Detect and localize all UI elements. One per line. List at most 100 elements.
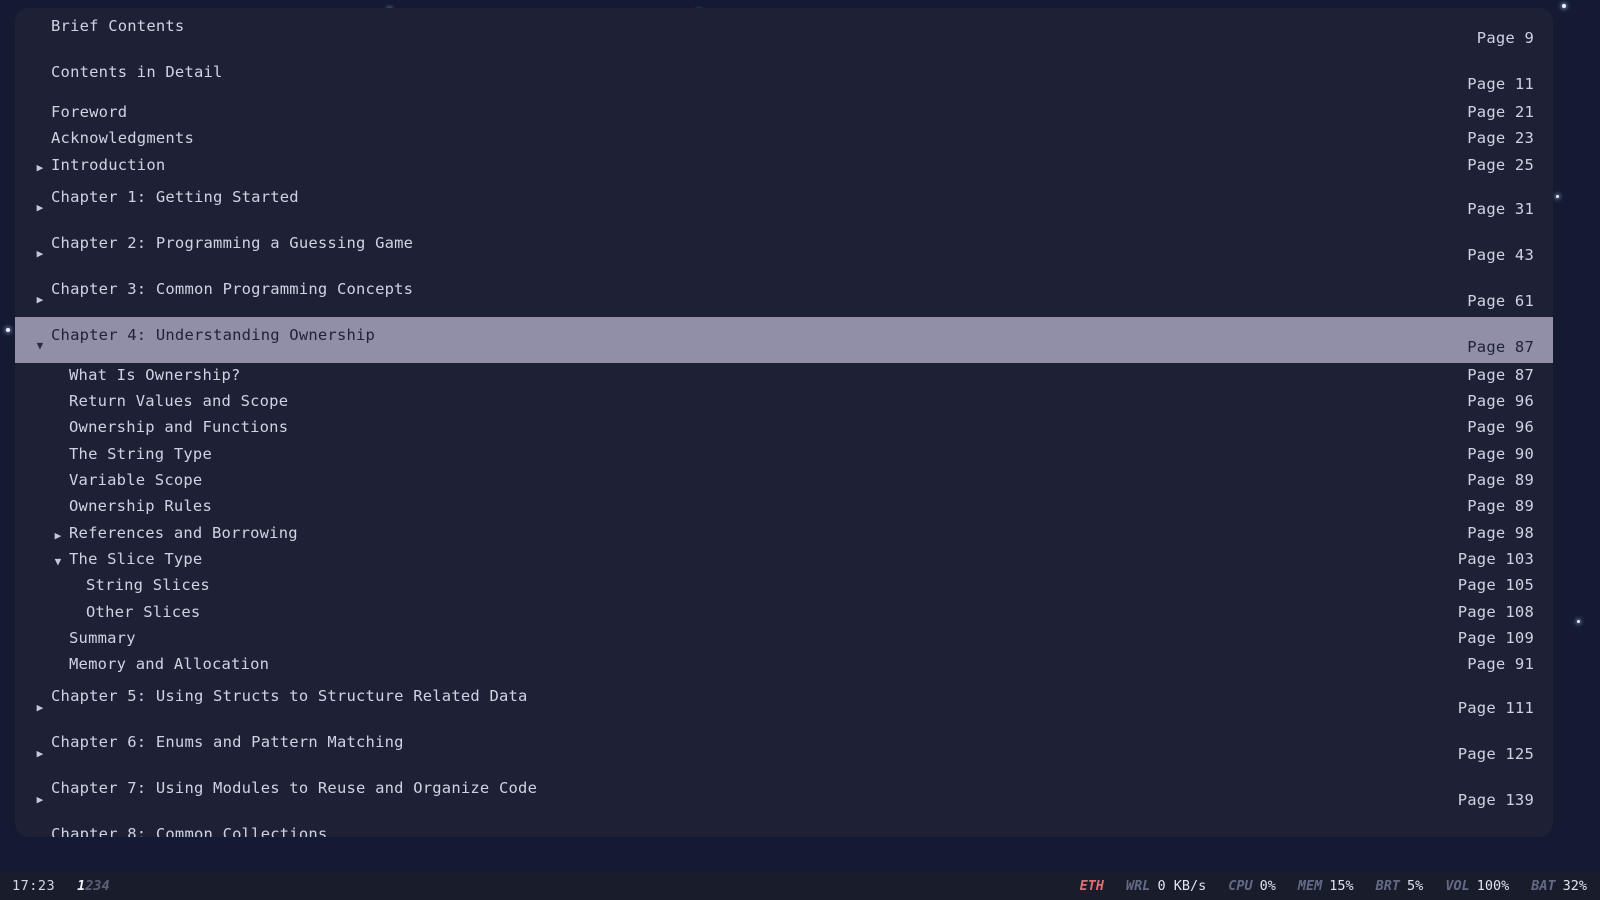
toc-row-page: Page 98 (1467, 523, 1534, 542)
toc-row-title: Other Slices (86, 602, 201, 621)
toc-row-title: Chapter 7: Using Modules to Reuse and Or… (51, 779, 538, 798)
toc-row[interactable]: Acknowledgments Page 23 (15, 126, 1553, 152)
chevron-right-icon[interactable] (33, 293, 47, 307)
chevron-right-icon[interactable] (33, 161, 47, 175)
toc-row-title: Chapter 5: Using Structs to Structure Re… (51, 687, 528, 706)
toc-row-page: Page 96 (1467, 392, 1534, 411)
workspace-4[interactable]: 4 (102, 878, 110, 894)
toc-row-title: Summary (69, 628, 136, 647)
toc-row-title: The String Type (69, 444, 212, 463)
toc-row-title: String Slices (86, 576, 210, 595)
toc-row[interactable]: Chapter 1: Getting Started Page 31 (15, 179, 1553, 225)
toc-row-page: Page 111 (1457, 699, 1534, 718)
toc-row-title: Contents in Detail (51, 63, 223, 81)
workspace-3[interactable]: 3 (93, 878, 101, 894)
toc-row-title: Ownership and Functions (69, 418, 289, 437)
status-indicator-label: ETH (1079, 878, 1105, 894)
toc-row-page: Page 103 (1457, 549, 1534, 568)
toc-row-title: Ownership Rules (69, 497, 212, 516)
chevron-right-icon[interactable] (33, 247, 47, 261)
toc-row[interactable]: Other Slices Page 108 (15, 600, 1553, 626)
status-indicator-value: 0 KB/s (1157, 878, 1207, 894)
chevron-right-icon[interactable] (51, 529, 65, 543)
toc-row-page: Page 91 (1467, 655, 1534, 674)
toc-row-title: Return Values and Scope (69, 392, 289, 411)
toc-row[interactable]: Ownership and Functions Page 96 (15, 415, 1553, 441)
toc-row[interactable]: The Slice Type Page 103 (15, 547, 1553, 573)
toc-row-page: Page 89 (1467, 497, 1534, 516)
status-bar-right: ETH WRL 0 KB/s CPU 0% MEM 15% BRT 5% VOL 100% BAT 32… (1058, 878, 1600, 894)
toc-row[interactable]: Foreword Page 21 (15, 100, 1553, 126)
toc-row[interactable]: Ownership Rules Page 89 (15, 494, 1553, 520)
toc-row-page: Page 25 (1467, 155, 1534, 174)
toc-row-page: Page 105 (1457, 576, 1534, 595)
toc-row[interactable]: Memory and Allocation Page 91 (15, 652, 1553, 678)
toc-row-page: Page 89 (1467, 471, 1534, 490)
toc-row[interactable]: Introduction Page 25 (15, 153, 1553, 179)
workspace-list[interactable]: 1234 (77, 878, 110, 894)
status-indicator-value: 15% (1329, 878, 1354, 894)
toc-row-title: Variable Scope (69, 471, 203, 490)
toc-row-title: Memory and Allocation (69, 655, 270, 674)
toc-row[interactable]: Brief Contents Page 9 (15, 8, 1553, 54)
status-indicator-label: BRT (1375, 878, 1401, 894)
toc-row-page: Page 21 (1467, 103, 1534, 121)
toc-list[interactable]: Brief Contents Page 9 Contents in Detail Pa… (15, 8, 1553, 837)
toc-row-title: Chapter 1: Getting Started (51, 187, 299, 206)
toc-row-page: Page 31 (1467, 199, 1534, 218)
toc-row[interactable]: Chapter 7: Using Modules to Reuse and Or… (15, 770, 1553, 816)
toc-row-title: Chapter 8: Common Collections (51, 825, 328, 837)
toc-row[interactable]: References and Borrowing Page 98 (15, 521, 1553, 547)
status-indicator-eth: ETH (1080, 878, 1104, 894)
chevron-right-icon[interactable] (33, 201, 47, 215)
toc-row-title: Foreword (51, 103, 128, 121)
toc-row-page: Page 87 (1467, 337, 1534, 356)
toc-row-title: Brief Contents (51, 17, 185, 35)
toc-row-title: Introduction (51, 155, 166, 174)
toc-row-page: Page 11 (1467, 75, 1534, 93)
toc-row-page: Page 108 (1457, 602, 1534, 621)
chevron-right-icon[interactable] (33, 700, 47, 714)
toc-row[interactable]: Chapter 4: Understanding Ownership Page 8… (15, 316, 1553, 363)
chevron-right-icon[interactable] (33, 746, 47, 760)
status-indicator-value: 100% (1476, 878, 1510, 894)
toc-row-page: Page 96 (1467, 418, 1534, 437)
toc-row[interactable]: What Is Ownership? Page 87 (15, 363, 1553, 389)
toc-row-page: Page 125 (1457, 745, 1534, 764)
toc-row-title: What Is Ownership? (69, 365, 241, 384)
status-indicator-label: VOL (1445, 878, 1470, 894)
toc-row[interactable]: The String Type Page 90 (15, 442, 1553, 468)
toc-row-page: Page 61 (1467, 291, 1534, 310)
toc-row[interactable]: Return Values and Scope Page 96 (15, 389, 1553, 415)
toc-row-title: Chapter 6: Enums and Pattern Matching (51, 733, 404, 752)
toc-row[interactable]: Chapter 8: Common Collections (15, 816, 1553, 837)
toc-row-title: Chapter 4: Understanding Ownership (51, 325, 376, 344)
status-indicator-label: CPU (1228, 878, 1253, 894)
toc-row[interactable]: Chapter 6: Enums and Pattern Matching Pag… (15, 724, 1553, 770)
status-indicator-brt: BRT 5% (1376, 878, 1424, 894)
toc-row[interactable]: Chapter 5: Using Structs to Structure Re… (15, 678, 1553, 724)
toc-row-page: Page 23 (1467, 129, 1534, 148)
status-indicator-bat: BAT 32% (1531, 878, 1587, 894)
toc-row-page: Page 43 (1467, 245, 1534, 264)
star (6, 328, 10, 332)
toc-window[interactable]: Brief Contents Page 9 Contents in Detail Pa… (15, 8, 1553, 837)
chevron-down-icon[interactable] (51, 555, 65, 569)
toc-row-title: Chapter 2: Programming a Guessing Game (51, 233, 414, 252)
status-indicator-label: MEM (1297, 878, 1323, 894)
toc-row-page: Page 139 (1457, 791, 1534, 810)
toc-row[interactable]: Contents in Detail Page 11 (15, 54, 1553, 100)
status-indicator-label: WRL (1126, 878, 1151, 894)
toc-row-title: Chapter 3: Common Programming Concepts (51, 279, 414, 298)
status-indicator-value: 0% (1259, 878, 1276, 894)
chevron-down-icon[interactable] (33, 339, 47, 353)
toc-row[interactable]: Chapter 3: Common Programming Concepts Pa… (15, 271, 1553, 317)
toc-row[interactable]: Chapter 2: Programming a Guessing Game Pa… (15, 225, 1553, 271)
toc-row[interactable]: Variable Scope Page 89 (15, 468, 1553, 494)
toc-row[interactable]: String Slices Page 105 (15, 573, 1553, 599)
toc-row-page: Page 90 (1467, 444, 1534, 463)
chevron-right-icon[interactable] (33, 792, 47, 806)
star (1577, 620, 1580, 623)
toc-row[interactable]: Summary Page 109 (15, 626, 1553, 652)
status-indicator-value: 32% (1562, 878, 1587, 894)
